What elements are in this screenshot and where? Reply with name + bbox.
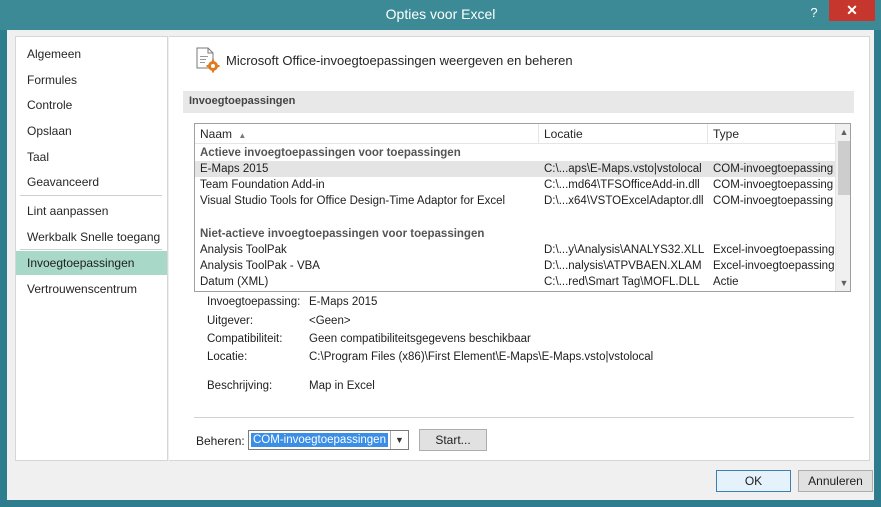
cell-type: COM-invoegtoepassing	[713, 195, 834, 207]
column-label: Naam	[200, 127, 233, 141]
column-header-locatie[interactable]: Locatie	[539, 124, 708, 144]
ok-button[interactable]: OK	[716, 470, 791, 492]
start-button[interactable]: Start...	[419, 429, 487, 451]
dialog-client: Algemeen Formules Controle Opslaan Taal …	[7, 30, 874, 500]
cell-location: D:\...nalysis\ATPVBAEN.XLAM	[544, 260, 702, 272]
sidebar-divider	[20, 249, 162, 250]
column-header-type[interactable]: Type	[708, 124, 835, 144]
section-header: Invoegtoepassingen	[183, 91, 854, 113]
cell-location: D:\...x64\VSTOExcelAdaptor.dll	[544, 195, 704, 207]
cell-type: COM-invoegtoepassing	[713, 179, 834, 191]
cell-type: Excel-invoegtoepassing	[713, 260, 835, 272]
sidebar-item-invoegtoepassingen[interactable]: Invoegtoepassingen	[16, 251, 167, 275]
manage-label: Beheren:	[196, 434, 245, 448]
detail-location-label: Locatie:	[207, 351, 248, 363]
cell-type: Excel-invoegtoepassing	[713, 244, 835, 256]
cancel-button[interactable]: Annuleren	[798, 470, 873, 492]
list-scrollbar[interactable]: ▲ ▼	[835, 124, 850, 291]
sidebar-item-geavanceerd[interactable]: Geavanceerd	[16, 170, 167, 194]
detail-addin-value: E-Maps 2015	[309, 296, 378, 308]
cell-name: Analysis ToolPak - VBA	[200, 260, 320, 272]
cell-name: Datum (XML)	[200, 276, 269, 288]
scroll-up-icon[interactable]: ▲	[836, 124, 850, 140]
cell-location: C:\...aps\E-Maps.vsto|vstolocal	[544, 163, 702, 175]
sidebar-item-algemeen[interactable]: Algemeen	[16, 42, 167, 66]
title-bar: Opties voor Excel ? ✕	[0, 0, 881, 30]
detail-compat-value: Geen compatibiliteitsgegevens beschikbaa…	[309, 333, 531, 345]
sidebar-item-opslaan[interactable]: Opslaan	[16, 119, 167, 143]
sidebar-divider	[20, 195, 162, 196]
sidebar-item-taal[interactable]: Taal	[16, 145, 167, 169]
table-row[interactable]: Team Foundation Add-in C:\...md64\TFSOff…	[195, 177, 835, 193]
addins-settings-icon	[196, 47, 220, 73]
addins-list[interactable]: Naam ▲ Locatie Type Actieve invoegtoepas…	[194, 123, 851, 292]
cell-location: C:\...red\Smart Tag\MOFL.DLL	[544, 276, 700, 288]
sidebar: Algemeen Formules Controle Opslaan Taal …	[15, 36, 168, 461]
list-header: Naam ▲ Locatie Type	[195, 124, 835, 144]
sidebar-item-vertrouwenscentrum[interactable]: Vertrouwenscentrum	[16, 277, 167, 301]
manage-selected-value: COM-invoegtoepassingen	[251, 433, 388, 447]
help-button[interactable]: ?	[806, 5, 822, 21]
cell-name: Analysis ToolPak	[200, 244, 287, 256]
cell-name: Team Foundation Add-in	[200, 179, 325, 191]
scroll-down-icon[interactable]: ▼	[836, 275, 850, 291]
detail-description-label: Beschrijving:	[207, 380, 273, 392]
list-group-header: Actieve invoegtoepassingen voor toepassi…	[195, 145, 835, 161]
detail-addin-label: Invoegtoepassing:	[207, 296, 301, 308]
main-panel: Microsoft Office-invoegtoepassingen weer…	[169, 36, 870, 461]
window-title: Opties voor Excel	[385, 6, 496, 22]
sidebar-item-werkbalk[interactable]: Werkbalk Snelle toegang	[16, 225, 167, 249]
detail-location-value: C:\Program Files (x86)\First Element\E-M…	[309, 351, 654, 363]
options-dialog: Opties voor Excel ? ✕ Algemeen Formules …	[0, 0, 881, 507]
detail-publisher-value: <Geen>	[309, 315, 351, 327]
detail-compat-label: Compatibiliteit:	[207, 333, 283, 345]
group-label: Niet-actieve invoegtoepassingen voor toe…	[200, 228, 485, 240]
cell-name: E-Maps 2015	[200, 163, 269, 175]
column-header-naam[interactable]: Naam ▲	[195, 124, 539, 144]
table-row[interactable]: Datum (XML) C:\...red\Smart Tag\MOFL.DLL…	[195, 274, 835, 290]
table-row[interactable]: Analysis ToolPak - VBA D:\...nalysis\ATP…	[195, 258, 835, 274]
cell-type: Actie	[713, 276, 739, 288]
sidebar-item-controle[interactable]: Controle	[16, 93, 167, 117]
cell-type: COM-invoegtoepassing	[713, 163, 834, 175]
cell-name: Visual Studio Tools for Office Design-Ti…	[200, 195, 506, 207]
chevron-down-icon[interactable]: ▼	[390, 431, 408, 449]
sort-ascending-icon: ▲	[238, 131, 247, 140]
table-row[interactable]: Analysis ToolPak D:\...y\Analysis\ANALYS…	[195, 242, 835, 258]
divider	[194, 417, 854, 418]
sidebar-item-lint-aanpassen[interactable]: Lint aanpassen	[16, 199, 167, 223]
list-group-header: Niet-actieve invoegtoepassingen voor toe…	[195, 226, 835, 242]
close-button[interactable]: ✕	[829, 0, 875, 21]
scrollbar-thumb[interactable]	[838, 141, 850, 195]
detail-publisher-label: Uitgever:	[207, 315, 254, 327]
sidebar-item-formules[interactable]: Formules	[16, 68, 167, 92]
section-title: Invoegtoepassingen	[189, 95, 296, 107]
table-row[interactable]: E-Maps 2015 C:\...aps\E-Maps.vsto|vstolo…	[195, 161, 835, 177]
group-label: Actieve invoegtoepassingen voor toepassi…	[200, 147, 461, 159]
page-title: Microsoft Office-invoegtoepassingen weer…	[226, 53, 573, 68]
manage-select[interactable]: COM-invoegtoepassingen ▼	[248, 430, 409, 450]
cell-location: C:\...md64\TFSOfficeAdd-in.dll	[544, 179, 700, 191]
detail-description-value: Map in Excel	[309, 380, 375, 392]
table-row[interactable]: Visual Studio Tools for Office Design-Ti…	[195, 193, 835, 209]
cell-location: D:\...y\Analysis\ANALYS32.XLL	[544, 244, 705, 256]
